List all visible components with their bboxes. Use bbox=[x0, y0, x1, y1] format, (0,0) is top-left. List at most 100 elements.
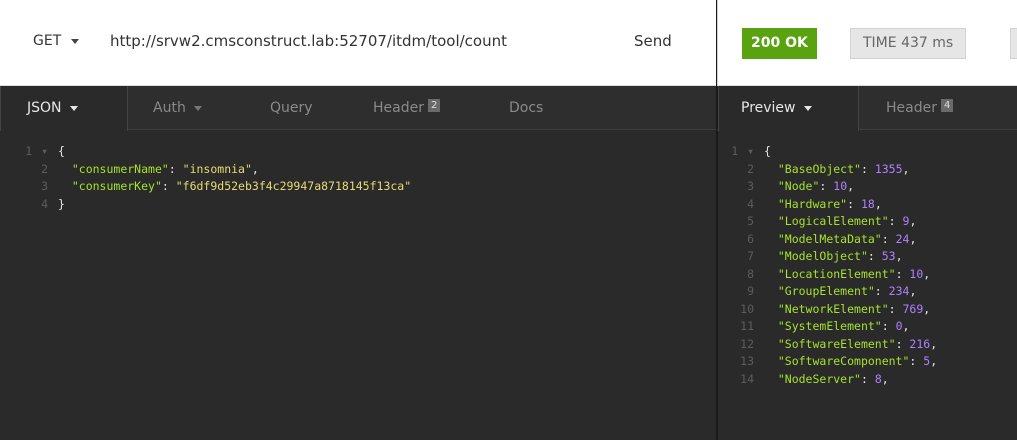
json-key: "consumerName" bbox=[71, 161, 169, 176]
code-line: 11 "SystemElement": 0, bbox=[718, 318, 1017, 336]
colon: : bbox=[909, 354, 924, 368]
code-text: "NodeServer": 8, bbox=[754, 371, 889, 389]
json-key: "LogicalElement" bbox=[777, 214, 889, 228]
request-body-editor[interactable]: 1 ▾{2 "consumerName": "insomnia", 3 "cons… bbox=[0, 131, 716, 440]
tab-preview-label: Preview bbox=[741, 100, 796, 116]
comma: , bbox=[902, 319, 910, 333]
line-number: 12 bbox=[740, 336, 754, 351]
line-number: 5 bbox=[747, 214, 754, 228]
line-number: 9 bbox=[747, 284, 754, 298]
json-key: "SoftwareElement" bbox=[777, 336, 896, 351]
json-number: 10 bbox=[909, 266, 924, 281]
colon: : bbox=[881, 319, 896, 333]
tab-query[interactable]: Query bbox=[270, 86, 313, 130]
pane-divider[interactable] bbox=[716, 0, 717, 440]
response-header-count-badge: 4 bbox=[940, 99, 954, 112]
tab-auth[interactable]: Auth bbox=[153, 86, 202, 130]
code-line: 1 ▾ { bbox=[0, 143, 716, 161]
code-text: "consumerKey": "f6df9d52eb3f4c29947a8718… bbox=[48, 178, 411, 196]
code-text: "ModelObject": 53, bbox=[754, 248, 903, 266]
code-line: 8 "LocationElement": 10, bbox=[718, 266, 1017, 284]
comma: , bbox=[909, 231, 917, 246]
tab-header-label: Header bbox=[373, 100, 424, 116]
line-number: 3 bbox=[747, 179, 754, 193]
tab-response-header[interactable]: Header 4 bbox=[886, 86, 954, 130]
line-number: 1 ▾ bbox=[25, 144, 48, 158]
request-code[interactable]: 1 ▾{2 "consumerName": "insomnia", 3 "cons… bbox=[0, 131, 716, 213]
code-line: 5 "LogicalElement": 9, bbox=[718, 213, 1017, 231]
response-code[interactable]: 1 ▾{2 "BaseObject": 1355, 3 "Node": 10, 4 … bbox=[718, 131, 1017, 388]
line-number: 1 ▾ bbox=[731, 144, 754, 158]
line-number: 4 bbox=[747, 196, 754, 211]
code-line: 3 "consumerKey": "f6df9d52eb3f4c29947a87… bbox=[0, 178, 716, 196]
code-line: 4} bbox=[0, 196, 716, 214]
line-number: 4 bbox=[41, 196, 48, 211]
method-dropdown[interactable]: GET bbox=[33, 33, 80, 49]
json-key: "NetworkElement" bbox=[777, 301, 889, 316]
response-bar: 200 OK TIME 437 ms bbox=[717, 0, 1017, 86]
code-text: "SoftwareElement": 216, bbox=[754, 336, 937, 354]
colon: : bbox=[168, 161, 183, 176]
comma: , bbox=[874, 196, 882, 211]
code-line: 4 "Hardware": 18, bbox=[718, 196, 1017, 214]
json-key: "SystemElement" bbox=[777, 319, 882, 333]
time-badge: TIME 437 ms bbox=[850, 28, 967, 59]
comma: , bbox=[902, 161, 910, 176]
json-number: 1355 bbox=[874, 161, 903, 176]
tab-json[interactable]: JSON bbox=[0, 86, 128, 131]
comma: , bbox=[909, 284, 917, 298]
tab-json-label: JSON bbox=[27, 100, 62, 116]
chevron-down-icon bbox=[71, 38, 80, 44]
json-number: 769 bbox=[902, 301, 924, 316]
colon: : bbox=[819, 179, 834, 193]
brace: } bbox=[58, 196, 65, 211]
tab-preview[interactable]: Preview bbox=[718, 86, 859, 131]
json-number: 53 bbox=[881, 249, 896, 263]
json-key: "consumerKey" bbox=[71, 179, 162, 193]
code-text: "ModelMetaData": 24, bbox=[754, 231, 917, 249]
line-number: 14 bbox=[740, 371, 754, 386]
json-number: 234 bbox=[888, 284, 910, 298]
code-line: 3 "Node": 10, bbox=[718, 178, 1017, 196]
code-line: 12 "SoftwareElement": 216, bbox=[718, 336, 1017, 354]
line-number: 10 bbox=[740, 301, 754, 316]
code-line: 9 "GroupElement": 234, bbox=[718, 283, 1017, 301]
json-key: "GroupElement" bbox=[777, 284, 875, 298]
code-text: "GroupElement": 234, bbox=[754, 283, 917, 301]
comma: , bbox=[923, 266, 931, 281]
line-number: 6 bbox=[747, 231, 754, 246]
colon: : bbox=[860, 161, 875, 176]
colon: : bbox=[881, 231, 896, 246]
comma: , bbox=[895, 249, 903, 263]
colon: : bbox=[847, 196, 861, 211]
url-input[interactable]: http://srvw2.cmsconstruct.lab:52707/itdm… bbox=[110, 32, 507, 50]
colon: : bbox=[888, 214, 903, 228]
comma: , bbox=[923, 301, 931, 316]
code-text: { bbox=[48, 143, 65, 161]
code-text: "consumerName": "insomnia", bbox=[48, 161, 259, 179]
code-text: "Node": 10, bbox=[754, 178, 854, 196]
json-key: "BaseObject" bbox=[777, 161, 861, 176]
response-preview[interactable]: 1 ▾{2 "BaseObject": 1355, 3 "Node": 10, 4 … bbox=[717, 131, 1017, 440]
tab-response-header-label: Header bbox=[886, 100, 937, 116]
line-number: 7 bbox=[747, 249, 754, 263]
json-key: "ModelObject" bbox=[777, 249, 868, 263]
send-button[interactable]: Send bbox=[634, 32, 672, 50]
comma: , bbox=[930, 354, 938, 368]
code-text: "LogicalElement": 9, bbox=[754, 213, 917, 231]
tab-header[interactable]: Header 2 bbox=[373, 86, 441, 130]
colon: : bbox=[867, 249, 882, 263]
json-key: "Hardware" bbox=[777, 196, 848, 211]
tab-docs[interactable]: Docs bbox=[509, 86, 543, 130]
chevron-down-icon bbox=[69, 106, 78, 111]
tab-query-label: Query bbox=[270, 100, 313, 116]
json-key: "NodeServer" bbox=[777, 371, 861, 386]
code-line: 7 "ModelObject": 53, bbox=[718, 248, 1017, 266]
line-number: 11 bbox=[740, 319, 754, 333]
